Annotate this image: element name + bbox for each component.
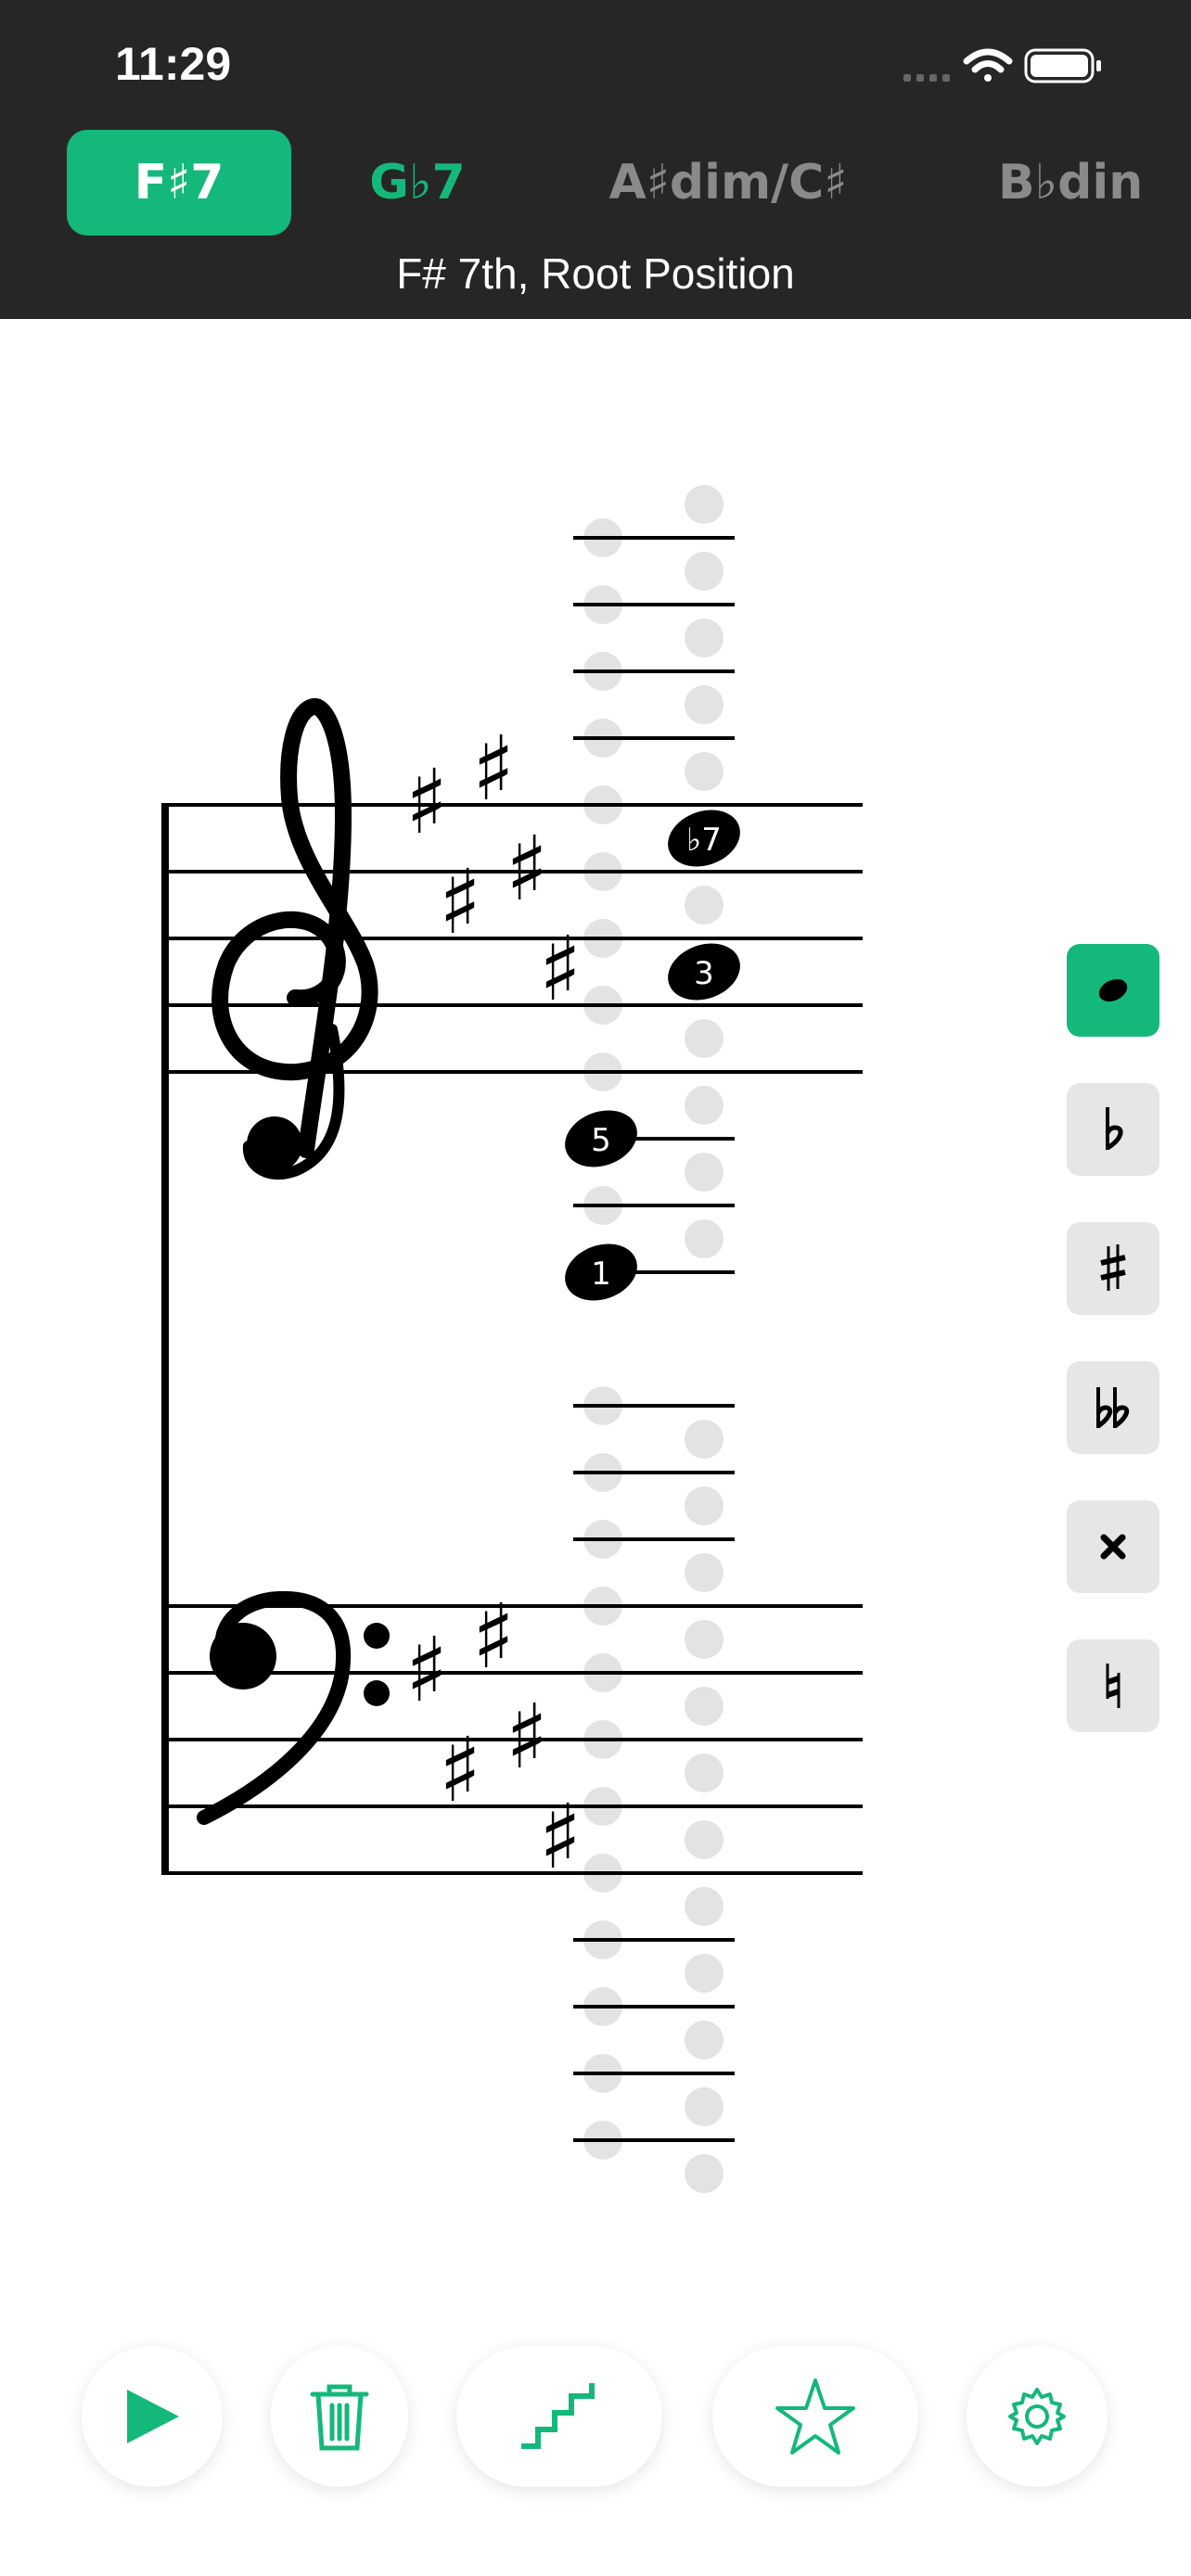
chord-note-third[interactable]: 3: [660, 934, 748, 1010]
chord-tab-label: G♭7: [369, 155, 466, 210]
note-label: ♭7: [686, 822, 722, 859]
note-label: 3: [694, 955, 714, 992]
chord-note-fifth[interactable]: 5: [557, 1101, 645, 1177]
bass-clef-icon: [197, 1590, 390, 1825]
gear-icon: [1008, 2388, 1066, 2445]
svg-text:♯: ♯: [439, 1718, 481, 1822]
flat-icon: [1105, 1107, 1123, 1151]
inversion-button[interactable]: [456, 2346, 662, 2487]
svg-text:♯: ♯: [472, 717, 515, 821]
note-label: 1: [591, 1256, 611, 1293]
stairs-icon: [521, 2383, 595, 2449]
chord-tab-label: B♭din: [998, 155, 1144, 210]
natural-tool-button[interactable]: [1067, 1639, 1159, 1732]
svg-text:♯: ♯: [472, 1585, 515, 1689]
status-icons: [894, 41, 1117, 91]
bass-key-signature: ♯ ♯ ♯ ♯ ♯: [405, 1585, 582, 1889]
chord-tab-b-flat-dim[interactable]: B♭din: [983, 130, 1191, 236]
note-head-icon: [1098, 978, 1128, 1002]
treble-key-signature: ♯ ♯ ♯ ♯ ♯: [405, 717, 582, 1021]
natural-icon: [1106, 1664, 1121, 1708]
chord-note-flat-seven[interactable]: ♭7: [660, 800, 748, 876]
trash-icon: [310, 2384, 369, 2451]
treble-clef-icon: [211, 698, 378, 1180]
play-button[interactable]: [82, 2346, 223, 2487]
star-icon: [775, 2378, 855, 2455]
flat-tool-button[interactable]: [1067, 1083, 1159, 1176]
svg-text:♯: ♯: [405, 1618, 448, 1722]
svg-text:♯: ♯: [539, 917, 582, 1021]
svg-text:♯: ♯: [539, 1785, 582, 1889]
note-tool-button[interactable]: [1067, 944, 1159, 1037]
note-placeholders-left: [583, 518, 622, 2160]
svg-text:♯: ♯: [405, 750, 448, 854]
double-flat-tool-button[interactable]: [1067, 1361, 1159, 1454]
sharp-icon: [1100, 1244, 1126, 1291]
chord-note-root[interactable]: 1: [557, 1234, 645, 1310]
svg-text:♯: ♯: [439, 850, 481, 954]
grand-staff[interactable]: ♯ ♯ ♯ ♯ ♯ ♯ ♯ ♯ ♯ ♯ ♭7 3 5 1: [0, 319, 1191, 2285]
play-icon: [127, 2390, 179, 2443]
double-sharp-icon: [1100, 1534, 1126, 1560]
note-placeholders-right: [685, 485, 724, 2193]
chord-description: F# 7th, Root Position: [396, 249, 795, 298]
favorite-button[interactable]: [712, 2346, 918, 2487]
chord-tab-label: A♯dim/C♯: [608, 155, 848, 210]
status-time: 11:29: [115, 38, 232, 90]
double-sharp-tool-button[interactable]: [1067, 1500, 1159, 1593]
svg-text:♯: ♯: [506, 817, 548, 921]
wifi-icon: [963, 48, 1013, 82]
settings-button[interactable]: [967, 2346, 1108, 2487]
battery-icon: [1024, 48, 1101, 83]
double-flat-icon: [1095, 1387, 1130, 1429]
note-label: 5: [591, 1122, 611, 1159]
svg-text:♯: ♯: [506, 1685, 548, 1789]
delete-button[interactable]: [271, 2346, 408, 2487]
chord-tab-label: F♯7: [134, 155, 224, 210]
chord-tab-a-sharp-dim-c-sharp[interactable]: A♯dim/C♯: [575, 130, 881, 236]
cellular-signal-icon: [903, 74, 950, 82]
sharp-tool-button[interactable]: [1067, 1222, 1159, 1315]
top-bar: 11:29 F♯7 G♭7 A♯dim/C♯ B♭din F# 7th, Roo…: [0, 0, 1191, 319]
chord-tab-f-sharp-7[interactable]: F♯7: [67, 130, 291, 236]
chord-tab-g-flat-7[interactable]: G♭7: [334, 130, 501, 236]
